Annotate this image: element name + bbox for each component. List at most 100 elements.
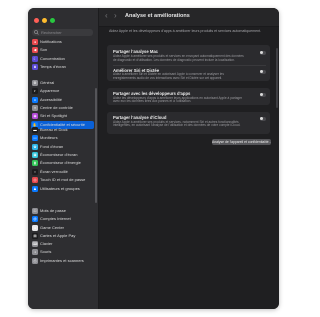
sidebar-item-label: Cartes et Apple Pay bbox=[40, 232, 76, 238]
sidebar-item-label: Siri et Spotlight bbox=[40, 113, 67, 119]
toggle-icloud-analytics[interactable] bbox=[260, 117, 266, 121]
sidebar-item-label: Fond d'écran bbox=[40, 143, 64, 149]
sidebar-item[interactable]: ▮ Économiseur d'énergie bbox=[31, 159, 94, 167]
section-desc-mac-analytics: Aidez Apple à améliorer ses produits et … bbox=[113, 54, 244, 62]
sidebar-item[interactable]: ▤ Cartes et Apple Pay bbox=[31, 232, 94, 240]
sidebar-item[interactable]: ◉ Siri et Spotlight bbox=[31, 112, 94, 120]
sidebar-item[interactable]: ● Notifications bbox=[31, 38, 94, 46]
sidebar-item[interactable]: ▪ Écran verrouillé bbox=[31, 168, 94, 176]
icloud-card: Partager l'analyse d'iCloud Aidez Apple … bbox=[107, 112, 270, 134]
page-title: Analyse et améliorations bbox=[125, 13, 190, 19]
sidebar-item-label: Souris bbox=[40, 249, 52, 255]
sidebar-item-label: Comptes Internet bbox=[40, 216, 71, 222]
lock-icon: ▪ bbox=[32, 169, 38, 175]
sidebar-item[interactable]: ▬ Bureau et Dock bbox=[31, 126, 94, 134]
toolbar: ‹ › Analyse et améliorations bbox=[99, 8, 279, 27]
sidebar-scrollbar[interactable] bbox=[95, 88, 97, 203]
sidebar-item-label: Moniteurs bbox=[40, 135, 58, 141]
sidebar-item[interactable]: ♟ Utilisateurs et groupes bbox=[31, 185, 94, 193]
developers-card: Partager avec les développeurs d'apps Ai… bbox=[107, 88, 270, 105]
sidebar: Rechercher ● Notifications ◀ Son ☾ Concentrat… bbox=[28, 8, 99, 309]
sidebar-item-label: Touch ID et mot de passe bbox=[40, 177, 86, 183]
toggle-siri-dictation[interactable] bbox=[260, 70, 266, 74]
sidebar-item-label: Utilisateurs et groupes bbox=[40, 185, 80, 191]
fingerprint-icon: ◎ bbox=[32, 177, 38, 184]
main-scrollbar[interactable] bbox=[276, 48, 278, 108]
key-icon: ⚿ bbox=[32, 208, 38, 214]
bell-icon: ● bbox=[32, 39, 38, 45]
sidebar-item[interactable]: ◎ Touch ID et mot de passe bbox=[31, 176, 94, 184]
dock-icon: ▬ bbox=[32, 127, 38, 133]
sharing-card-top: Partager l'analyse Mac Aidez Apple à amé… bbox=[107, 45, 270, 81]
sidebar-item[interactable]: ⚿ Mots de passe bbox=[31, 207, 94, 215]
battery-icon: ▮ bbox=[32, 160, 38, 167]
sidebar-item-label: Centre de contrôle bbox=[40, 104, 73, 110]
game-center-icon: ● bbox=[32, 224, 38, 231]
display-icon: ▭ bbox=[32, 135, 38, 142]
divider bbox=[113, 65, 266, 66]
sidebar-item[interactable]: ≡ Centre de contrôle bbox=[31, 104, 94, 112]
section-desc-icloud-analytics: Aidez Apple à améliorer ses produits et … bbox=[113, 119, 241, 128]
device-analytics-privacy-button[interactable]: Analyse de l'appareil et confidentialité… bbox=[212, 139, 271, 145]
sidebar-item-label: Écran verrouillé bbox=[40, 169, 68, 174]
sidebar-item[interactable]: ⎙ Imprimantes et scanners bbox=[31, 257, 94, 265]
toggle-mac-analytics[interactable] bbox=[260, 51, 266, 55]
wallet-icon: ▤ bbox=[32, 232, 38, 239]
keyboard-icon: ⌨ bbox=[32, 241, 38, 247]
back-button[interactable]: ‹ bbox=[105, 12, 108, 20]
sidebar-item[interactable]: ⌨ Clavier bbox=[31, 240, 94, 248]
section-desc-siri-dictation: Aidez à améliorer Siri et Dictée en auto… bbox=[113, 72, 224, 80]
hourglass-icon: ⧗ bbox=[32, 63, 38, 70]
sidebar-item[interactable]: ● Game Center bbox=[31, 224, 94, 232]
gear-icon: ⚙ bbox=[32, 80, 38, 86]
section-desc-app-developers: Aidez les développeurs d'apps à améliore… bbox=[113, 95, 243, 104]
sidebar-item-label: Bureau et Dock bbox=[40, 127, 68, 132]
screensaver-icon: ▣ bbox=[32, 151, 38, 158]
search-icon bbox=[34, 30, 39, 35]
settings-window: Rechercher ● Notifications ◀ Son ☾ Concentrat… bbox=[28, 8, 279, 309]
sidebar-item-label: Concentration bbox=[40, 55, 65, 61]
sidebar-item[interactable]: ☺ Accessibilité bbox=[31, 96, 94, 104]
control-center-icon: ≡ bbox=[32, 104, 38, 111]
toggle-app-developers[interactable] bbox=[260, 93, 266, 97]
sidebar-item[interactable]: ◀ Son bbox=[31, 46, 94, 54]
sidebar-item[interactable]: ▣ Économiseur d'écran bbox=[31, 151, 94, 159]
sidebar-item[interactable]: ◖ Souris bbox=[31, 248, 94, 256]
zoom-window-button[interactable] bbox=[50, 18, 55, 23]
minimize-window-button[interactable] bbox=[42, 18, 47, 23]
sidebar-item-label: Apparence bbox=[40, 88, 60, 94]
sidebar-item-label: Mots de passe bbox=[40, 208, 67, 213]
search-placeholder: Rechercher bbox=[41, 30, 62, 35]
sidebar-item-label: Économiseur d'énergie bbox=[40, 160, 81, 166]
sidebar-item[interactable]: ⚙ Général bbox=[31, 79, 94, 87]
sidebar-item-label: Accessibilité bbox=[40, 96, 63, 102]
sidebar-item[interactable]: @ Comptes Internet bbox=[31, 215, 94, 223]
sidebar-item-label: Son bbox=[40, 47, 48, 53]
appearance-icon: ◐ bbox=[32, 88, 38, 95]
sidebar-item[interactable]: ⧗ Temps d'écran bbox=[31, 63, 94, 71]
at-icon: @ bbox=[32, 216, 38, 223]
sidebar-item-label: Game Center bbox=[40, 224, 65, 230]
main-pane: ‹ › Analyse et améliorations Aidez Apple… bbox=[99, 8, 279, 309]
sidebar-item-label: Général bbox=[40, 80, 55, 85]
mouse-icon: ◖ bbox=[32, 249, 38, 256]
sidebar-item-label: Clavier bbox=[40, 241, 53, 246]
intro-text: Aidez Apple et les développeurs d'apps à… bbox=[109, 29, 262, 33]
printer-icon: ⎙ bbox=[32, 257, 38, 264]
wallpaper-icon: ✿ bbox=[32, 143, 38, 150]
users-icon: ♟ bbox=[32, 185, 38, 192]
sidebar-item-label: Économiseur d'écran bbox=[40, 151, 78, 157]
sidebar-item[interactable]: ✿ Fond d'écran bbox=[31, 143, 94, 151]
sidebar-item[interactable]: ▭ Moniteurs bbox=[31, 134, 94, 142]
sidebar-item-label: Temps d'écran bbox=[40, 63, 66, 69]
accessibility-icon: ☺ bbox=[32, 96, 38, 103]
sidebar-item[interactable]: ◐ Apparence bbox=[31, 87, 94, 95]
forward-button[interactable]: › bbox=[114, 12, 117, 20]
sidebar-item-label: Imprimantes et scanners bbox=[40, 257, 84, 263]
sidebar-item[interactable]: ☾ Concentration bbox=[31, 55, 94, 63]
siri-icon: ◉ bbox=[32, 113, 38, 120]
search-input[interactable]: Rechercher bbox=[32, 29, 93, 36]
moon-icon: ☾ bbox=[32, 55, 38, 62]
sidebar-item-label: Notifications bbox=[40, 39, 62, 44]
close-window-button[interactable] bbox=[34, 18, 39, 23]
